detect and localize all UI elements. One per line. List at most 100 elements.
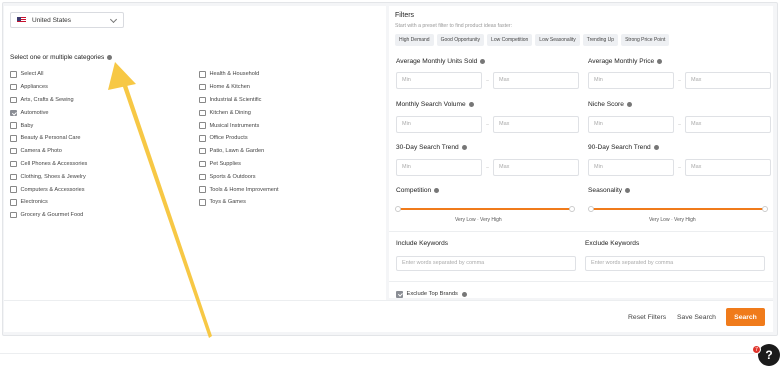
category-checkbox[interactable] [199, 173, 206, 181]
category-checkbox[interactable] [10, 96, 17, 104]
competition-slider[interactable] [395, 204, 575, 216]
category-item[interactable]: Select All [10, 68, 87, 81]
price-min-input[interactable]: Min [588, 72, 674, 89]
category-checkbox[interactable] [199, 71, 206, 78]
slider-max-handle[interactable] [762, 205, 768, 212]
category-checkbox[interactable] [199, 186, 206, 193]
category-item[interactable]: Clothing, Shoes & Jewelry [10, 170, 87, 183]
category-label: Camera & Photo [20, 148, 62, 155]
reset-filters-button[interactable]: Reset Filters [628, 314, 666, 321]
category-item[interactable]: Toys & Games [199, 196, 279, 209]
category-item[interactable]: Sports & Outdoors [199, 170, 279, 183]
search-trend-90-label-text: 90-Day Search Trend [588, 144, 651, 151]
exclude-brands-checkbox[interactable] [396, 291, 403, 298]
category-item[interactable]: Kitchen & Dining [199, 106, 279, 119]
category-checkbox[interactable] [199, 199, 206, 206]
category-item[interactable]: Automotive [10, 106, 87, 119]
category-label: Appliances [20, 84, 48, 91]
include-keywords-input[interactable]: Enter words separated by comma [396, 256, 576, 271]
category-item[interactable]: Pet Supplies [199, 158, 279, 171]
search-volume-label-text: Monthly Search Volume [396, 101, 466, 108]
preset-chip[interactable]: Strong Price Point [621, 34, 670, 46]
save-search-button[interactable]: Save Search [677, 314, 716, 321]
units-sold-max-input[interactable]: Max [493, 72, 579, 89]
category-checkbox[interactable] [10, 160, 17, 168]
category-item[interactable]: Beauty & Personal Care [10, 132, 87, 145]
category-item[interactable]: Cell Phones & Accessories [10, 158, 87, 171]
info-icon[interactable] [653, 145, 659, 150]
category-item[interactable]: Patio, Lawn & Garden [199, 145, 279, 158]
preset-chip[interactable]: Trending Up [582, 34, 619, 46]
preset-chip[interactable]: Good Opportunity [436, 34, 485, 46]
info-icon[interactable] [434, 188, 440, 193]
info-icon[interactable] [657, 59, 663, 64]
preset-chip[interactable]: Low Competition [487, 34, 533, 46]
category-checkbox[interactable] [199, 122, 206, 129]
search-trend-min-input[interactable]: Min [396, 159, 482, 176]
category-label: Musical Instruments [209, 122, 260, 129]
info-icon[interactable] [468, 102, 474, 107]
info-icon[interactable] [461, 145, 467, 150]
country-select[interactable]: United States [10, 12, 124, 28]
category-item[interactable]: Baby [10, 119, 87, 132]
help-button[interactable]: ? [758, 344, 780, 366]
category-checkbox[interactable] [10, 122, 17, 129]
niche-score-max-input[interactable]: Max [685, 116, 771, 133]
category-item[interactable]: Health & Household [199, 68, 279, 81]
category-checkbox[interactable] [10, 83, 17, 91]
category-checkbox[interactable] [10, 199, 17, 206]
competition-low: Very Low [455, 217, 476, 223]
category-checkbox[interactable] [199, 83, 206, 91]
category-item[interactable]: Office Products [199, 132, 279, 145]
category-item[interactable]: Industrial & Scientific [199, 94, 279, 107]
category-item[interactable]: Camera & Photo [10, 145, 87, 158]
category-checkbox[interactable] [199, 135, 206, 142]
category-checkbox[interactable] [199, 96, 206, 104]
search-trend-label: 30-Day Search Trend [396, 144, 467, 151]
category-label: Health & Household [209, 71, 260, 78]
slider-min-handle[interactable] [588, 205, 594, 212]
range-dash: - [670, 217, 673, 223]
search-button[interactable]: Search [726, 308, 765, 326]
info-icon[interactable] [626, 102, 632, 107]
category-checkbox[interactable] [10, 211, 17, 219]
info-icon[interactable] [480, 59, 486, 64]
preset-chip[interactable]: High Demand [395, 34, 434, 46]
info-icon[interactable] [625, 188, 631, 193]
category-checkbox[interactable] [10, 186, 17, 193]
category-item[interactable]: Electronics [10, 196, 87, 209]
search-volume-max-input[interactable]: Max [493, 116, 579, 133]
category-checkbox[interactable] [10, 109, 17, 117]
category-item[interactable]: Home & Kitchen [199, 81, 279, 94]
category-item[interactable]: Computers & Accessories [10, 183, 87, 196]
category-checkbox[interactable] [10, 173, 17, 181]
category-label: Tools & Home Improvement [209, 186, 279, 193]
slider-max-handle[interactable] [569, 205, 575, 212]
exclude-brands-row[interactable]: Exclude Top Brands [396, 291, 467, 298]
category-checkbox[interactable] [199, 109, 206, 117]
niche-score-min-input[interactable]: Min [588, 116, 674, 133]
exclude-keywords-input[interactable]: Enter words separated by comma [585, 256, 765, 271]
info-icon[interactable] [461, 291, 467, 297]
search-trend-max-input[interactable]: Max [493, 159, 579, 176]
seasonality-slider[interactable] [588, 204, 768, 216]
category-item[interactable]: Tools & Home Improvement [199, 183, 279, 196]
search-trend-90-max-input[interactable]: Max [685, 159, 771, 176]
slider-min-handle[interactable] [395, 205, 401, 212]
category-item[interactable]: Appliances [10, 81, 87, 94]
search-trend-90-min-input[interactable]: Min [588, 159, 674, 176]
search-volume-min-input[interactable]: Min [396, 116, 482, 133]
category-checkbox[interactable] [199, 147, 206, 155]
category-item[interactable]: Musical Instruments [199, 119, 279, 132]
category-label: Pet Supplies [209, 160, 241, 167]
info-icon[interactable] [107, 55, 113, 60]
category-checkbox[interactable] [10, 71, 17, 78]
category-checkbox[interactable] [10, 147, 17, 155]
units-sold-min-input[interactable]: Min [396, 72, 482, 89]
price-max-input[interactable]: Max [685, 72, 771, 89]
preset-chip[interactable]: Low Seasonality [535, 34, 580, 46]
category-item[interactable]: Arts, Crafts & Sewing [10, 94, 87, 107]
category-item[interactable]: Grocery & Gourmet Food [10, 209, 87, 222]
category-checkbox[interactable] [199, 160, 206, 168]
category-checkbox[interactable] [10, 135, 17, 142]
